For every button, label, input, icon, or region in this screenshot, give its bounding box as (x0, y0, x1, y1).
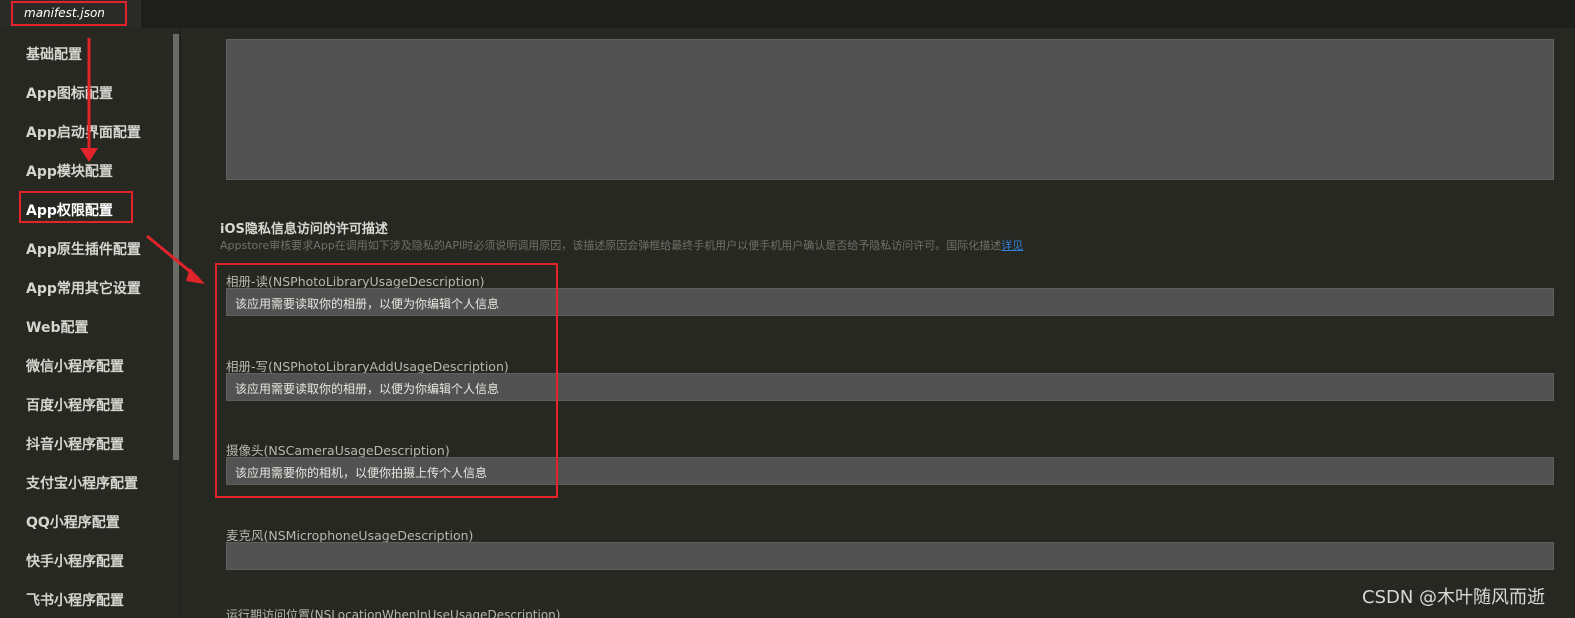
sidebar-item-kuaishou-mp[interactable]: 快手小程序配置 (26, 551, 124, 571)
section-title: iOS隐私信息访问的许可描述 (220, 222, 388, 237)
sidebar-item-alipay-mp[interactable]: 支付宝小程序配置 (26, 473, 138, 493)
sidebar-item-basic[interactable]: 基础配置 (26, 44, 82, 64)
annotation-box-permissions (19, 191, 133, 223)
sidebar-item-web[interactable]: Web配置 (26, 317, 88, 337)
sidebar-item-weixin-mp[interactable]: 微信小程序配置 (26, 356, 124, 376)
sidebar-item-baidu-mp[interactable]: 百度小程序配置 (26, 395, 124, 415)
sidebar-item-lark-mp[interactable]: 飞书小程序配置 (26, 590, 124, 610)
sidebar-item-app-other-settings[interactable]: App常用其它设置 (26, 278, 141, 298)
watermark: CSDN @木叶随风而逝 (1362, 587, 1546, 608)
location-label-cutoff: 运行期访问位置(NSLocationWhenInUseUsageDescript… (226, 608, 561, 618)
annotation-box-tab (11, 1, 127, 26)
editor-tab-bar: manifest.json (0, 0, 1575, 28)
annotation-box-fields (215, 263, 558, 498)
section-description-text: Appstore审核要求App在调用如下涉及隐私的API时必须说明调用原因，该描… (220, 239, 1002, 252)
microphone-input[interactable] (226, 542, 1554, 570)
sidebar-item-app-icon[interactable]: App图标配置 (26, 83, 113, 103)
sidebar-item-app-native-plugins[interactable]: App原生插件配置 (26, 239, 141, 259)
details-link[interactable]: 详见 (1001, 239, 1023, 252)
sidebar-scrollbar[interactable] (173, 34, 179, 460)
sidebar-item-qq-mp[interactable]: QQ小程序配置 (26, 512, 120, 532)
section-description: Appstore审核要求App在调用如下涉及隐私的API时必须说明调用原因，该描… (220, 237, 1023, 253)
sidebar: 基础配置 App图标配置 App启动界面配置 App模块配置 App权限配置 A… (0, 28, 181, 618)
sidebar-item-app-modules[interactable]: App模块配置 (26, 161, 113, 181)
sidebar-item-toutiao-mp[interactable]: 抖音小程序配置 (26, 434, 124, 454)
sidebar-item-app-splash[interactable]: App启动界面配置 (26, 122, 141, 142)
config-textarea[interactable] (226, 39, 1554, 180)
